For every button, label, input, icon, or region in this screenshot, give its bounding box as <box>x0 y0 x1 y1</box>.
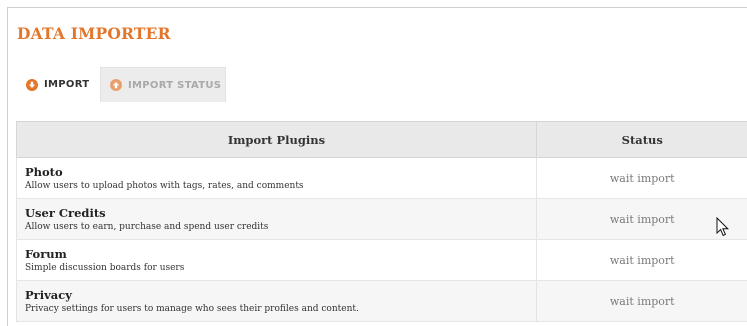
plugin-cell: Forum Simple discussion boards for users <box>16 239 537 281</box>
arrow-down-circle-icon <box>26 78 38 91</box>
column-header-status: Status <box>536 121 747 158</box>
table-row: User Credits Allow users to earn, purcha… <box>16 198 747 240</box>
plugin-description: Privacy settings for users to manage who… <box>25 303 359 314</box>
plugin-status: wait import <box>536 157 747 199</box>
plugin-description: Allow users to earn, purchase and spend … <box>25 221 269 232</box>
plugin-name: Forum <box>25 246 67 261</box>
page-title: DATA IMPORTER <box>17 24 171 43</box>
tab-import[interactable]: IMPORT <box>17 67 100 102</box>
column-header-import-plugins: Import Plugins <box>16 121 537 158</box>
table-row: Photo Allow users to upload photos with … <box>16 157 747 199</box>
plugin-name: Privacy <box>25 287 72 302</box>
arrow-up-circle-icon <box>110 79 122 91</box>
plugin-description: Allow users to upload photos with tags, … <box>25 180 304 191</box>
table-row: Privacy Privacy settings for users to ma… <box>16 280 747 322</box>
plugin-cell: User Credits Allow users to earn, purcha… <box>16 198 537 240</box>
tab-import-label: IMPORT <box>44 79 90 90</box>
plugin-name: User Credits <box>25 205 106 220</box>
plugin-name: Photo <box>25 164 63 179</box>
plugin-cell: Photo Allow users to upload photos with … <box>16 157 537 199</box>
plugin-status: wait import <box>536 280 747 322</box>
tab-import-status[interactable]: IMPORT STATUS <box>100 67 226 102</box>
mouse-cursor-icon <box>716 217 730 237</box>
table-row: Forum Simple discussion boards for users… <box>16 239 747 281</box>
plugin-status: wait import <box>536 239 747 281</box>
table-header-row: Import Plugins Status <box>16 121 747 158</box>
import-plugins-table: Import Plugins Status Photo Allow users … <box>16 121 747 326</box>
plugin-cell: Privacy Privacy settings for users to ma… <box>16 280 537 322</box>
plugin-description: Simple discussion boards for users <box>25 262 185 273</box>
tab-import-status-label: IMPORT STATUS <box>128 79 222 91</box>
